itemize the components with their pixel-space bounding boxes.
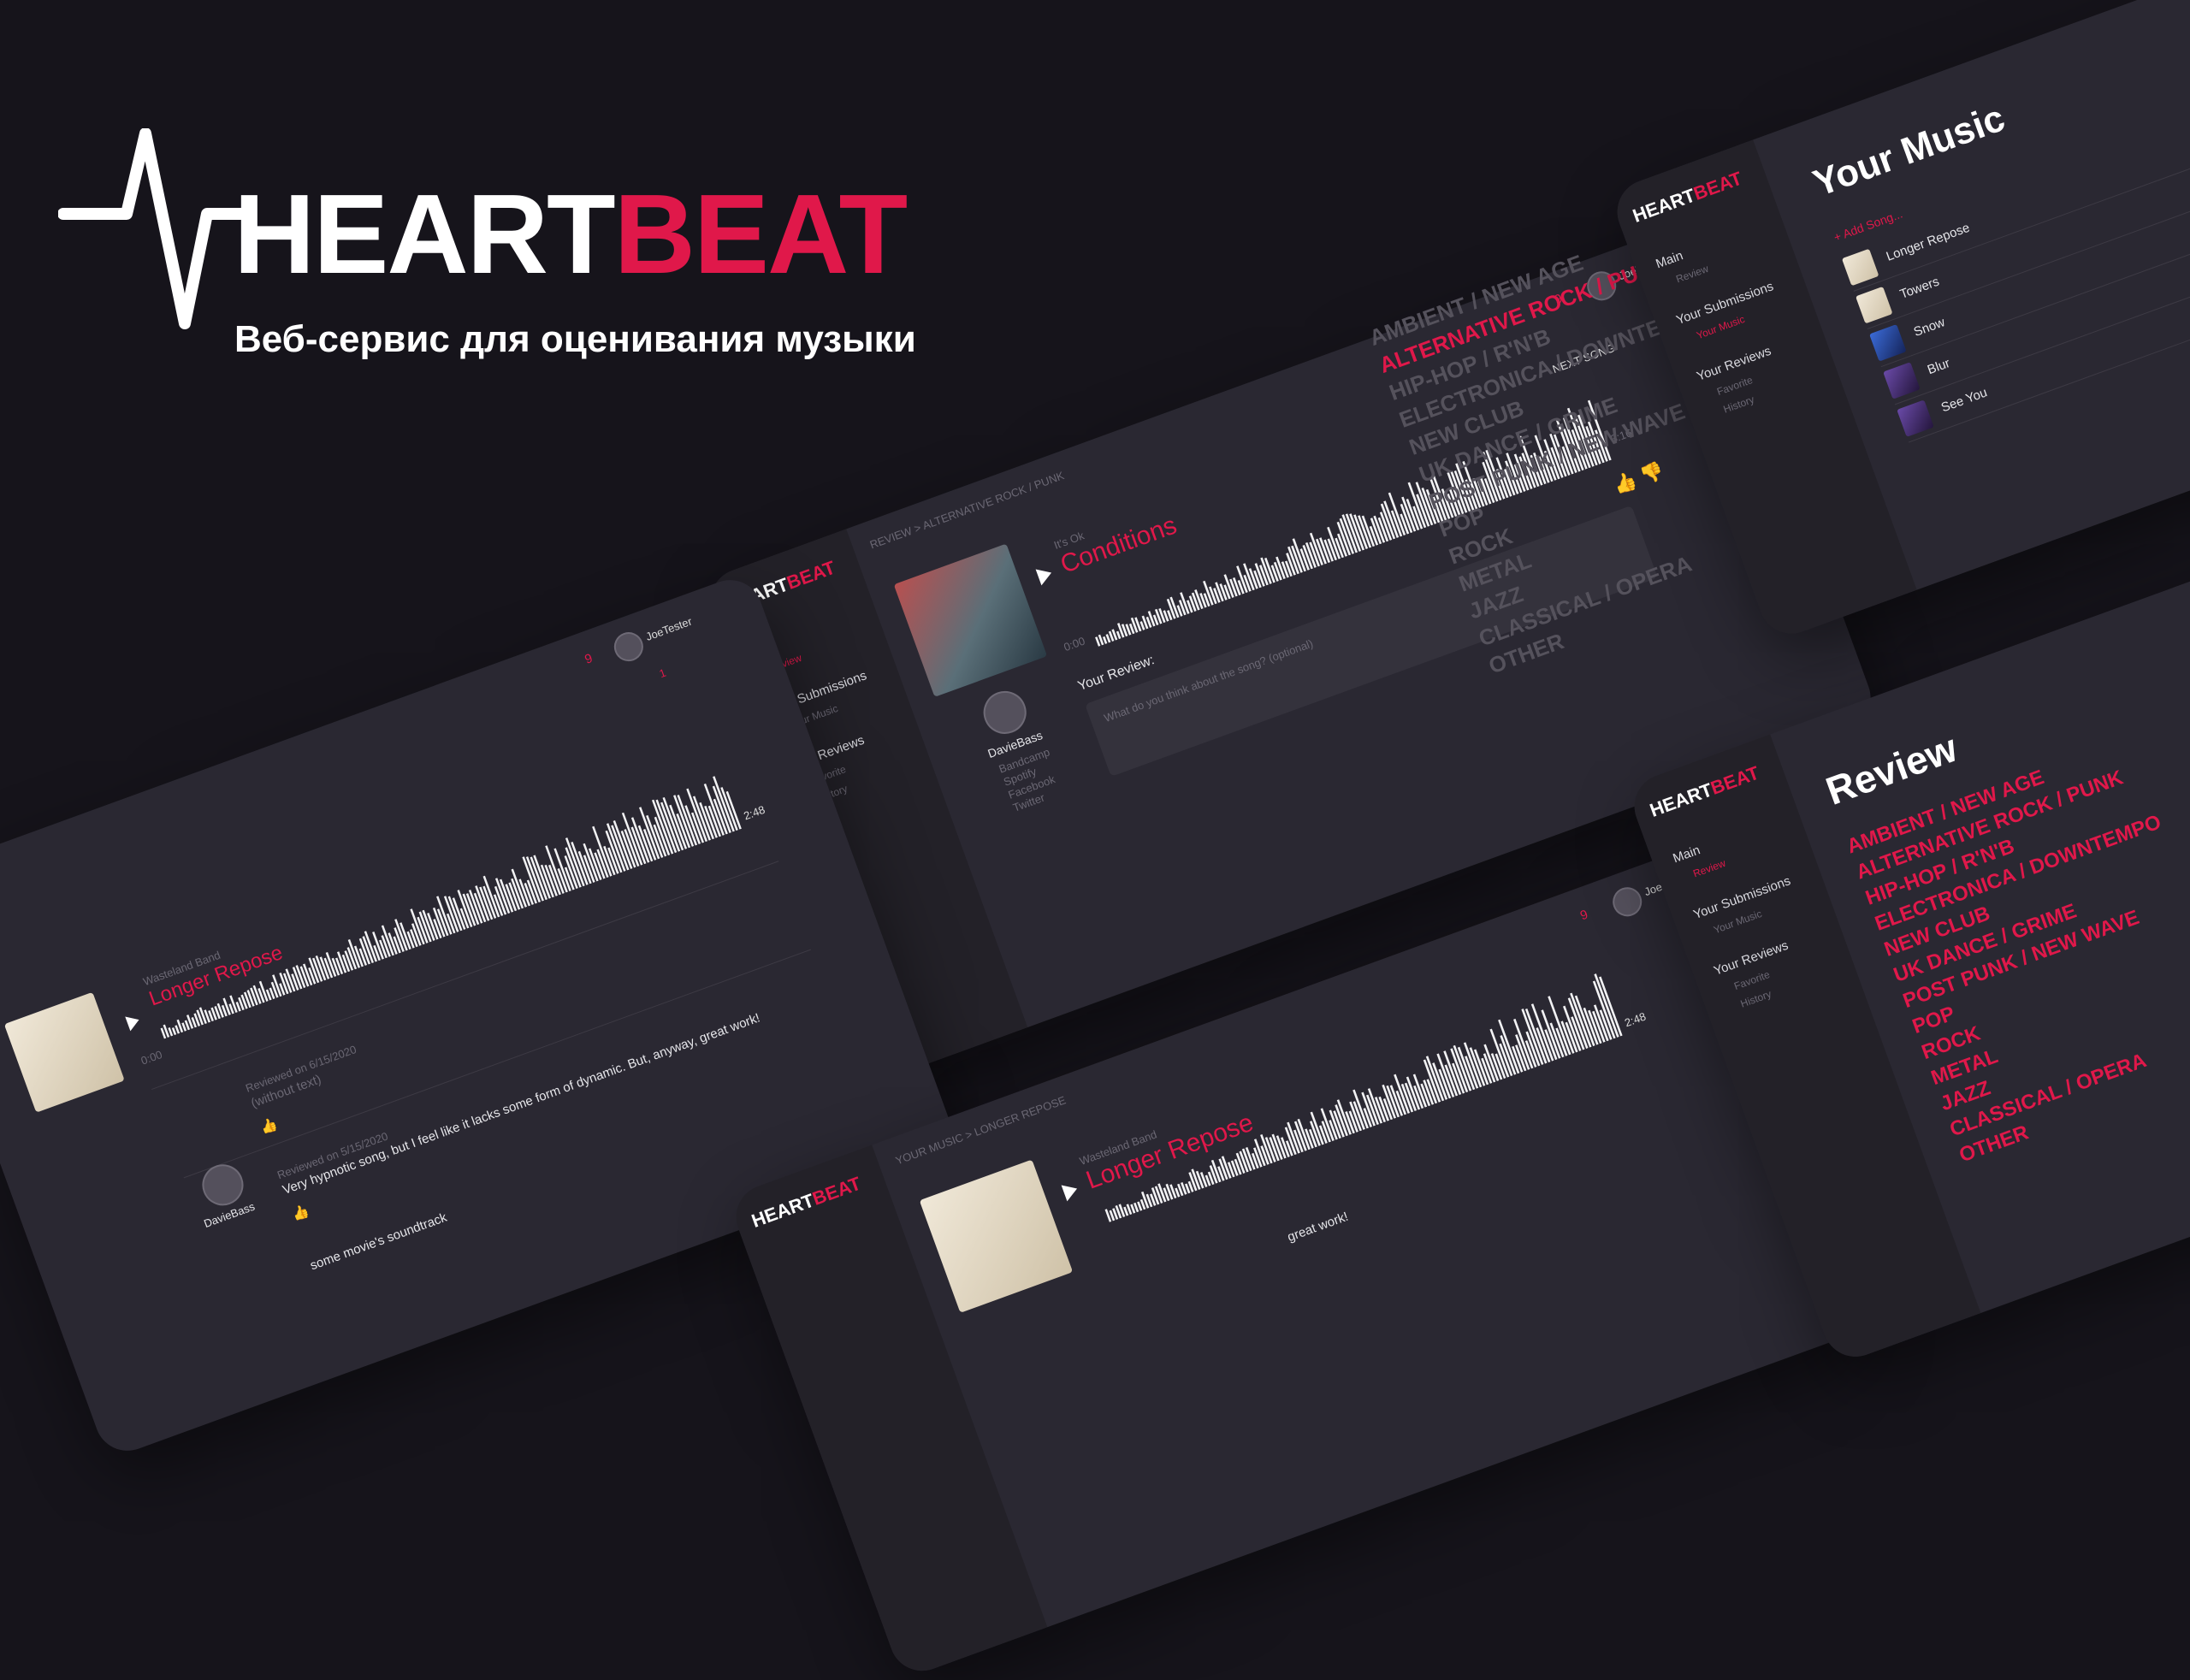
waveform-bar (171, 1027, 177, 1036)
song-cover (1897, 399, 1934, 437)
nav-main[interactable]: Main (1654, 248, 1684, 271)
time-end: 2:48 (1623, 1009, 1648, 1030)
song-title: Blur (1925, 356, 1952, 378)
play-icon[interactable] (1035, 565, 1055, 586)
song-title: Snow (1911, 315, 1947, 340)
nav-history[interactable]: History (1722, 393, 1756, 416)
album-cover (893, 543, 1048, 697)
album-cover (3, 991, 125, 1113)
notification-count[interactable]: 9 (1578, 908, 1590, 924)
song-title: See You (1938, 385, 1990, 416)
nav-your-reviews[interactable]: Your Reviews (1695, 344, 1773, 384)
review-text-1: Very hypnotic song, but I feel like it l… (281, 1010, 762, 1198)
sidebar-logo[interactable]: HEARTBEAT (1630, 168, 1745, 228)
song-cover (1855, 286, 1893, 324)
waveform-bar (1116, 630, 1122, 640)
song-cover (1883, 362, 1921, 399)
review-placeholder: What do you think about the song? (optio… (1102, 636, 1315, 725)
thumbs-up-icon: 👍 (258, 1116, 280, 1137)
reviewer-avatar[interactable] (977, 684, 1033, 740)
nav-review[interactable]: Review (1674, 263, 1710, 286)
waveform[interactable] (1086, 971, 1624, 1222)
play-icon[interactable] (1061, 1180, 1080, 1202)
nav-history[interactable]: History (1739, 988, 1773, 1010)
play-icon[interactable] (125, 1012, 142, 1032)
song-list: Longer ReposeWasteland BandTowersWastela… (1839, 72, 2190, 443)
time-start: 0:00 (1062, 634, 1087, 654)
nav-main[interactable]: Main (1671, 843, 1702, 866)
album-cover (919, 1159, 1074, 1313)
user-name[interactable]: JoeTester (644, 615, 694, 643)
review-text-partial: some movie's soundtrack (308, 1210, 449, 1274)
nav-your-reviews[interactable]: Your Reviews (1712, 938, 1790, 979)
mockups-scene: HEARTBEAT Main Review Your Submissions Y… (0, 0, 2190, 1680)
review-text-partial: great work! (1285, 1209, 1351, 1245)
notification-count[interactable]: 9 (583, 651, 595, 667)
song-title: Towers (1897, 274, 1942, 302)
nav-review[interactable]: Review (1691, 857, 1727, 880)
song-cover (1869, 324, 1907, 362)
time-end: 2:48 (742, 802, 767, 823)
user-avatar[interactable] (1608, 883, 1646, 921)
song-cover (1841, 248, 1879, 287)
waveform-bar (1102, 636, 1108, 644)
song-review-count[interactable]: 1 (657, 666, 667, 681)
time-start: 0:00 (139, 1047, 164, 1068)
breadcrumb[interactable]: REVIEW > ALTERNATIVE ROCK / PUNK (868, 469, 1066, 551)
page-title: Your Music (1808, 97, 2010, 205)
waveform[interactable] (141, 764, 743, 1039)
user-avatar[interactable] (610, 628, 648, 665)
thumbs-up-icon: 👍 (290, 1204, 311, 1224)
